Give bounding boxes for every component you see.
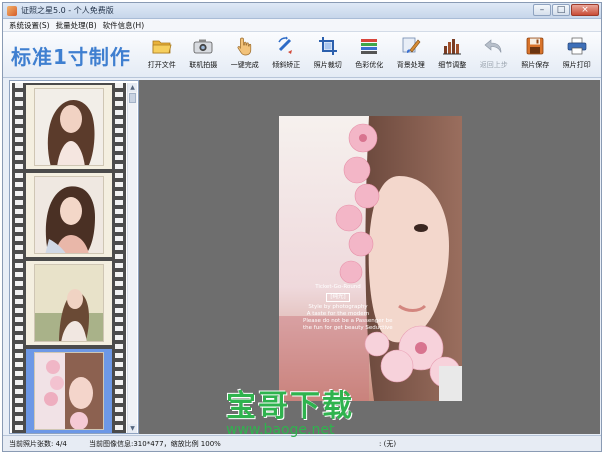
detail-adjust-button[interactable]: 细节调整 [432,36,474,74]
status-extra: : (无) [379,440,397,448]
mode-title: 标准1寸制作 [11,45,131,69]
camera-icon [193,36,213,56]
current-photo: Ticket-Go-Round [纯光] Style by photograph… [279,116,462,401]
tethered-capture-label: 联机拍摄 [189,61,218,69]
photo-print-label: 照片打印 [562,61,591,69]
thumbnail-image [34,352,104,430]
printer-icon [567,36,587,56]
status-image-info: 当前图像信息:310*477，缩放比例 100% [89,440,221,448]
caption-tag: [纯光] [326,293,350,302]
tool-buttons: 打开文件 联机拍摄 一键完成 倾斜矫正 照片裁切 色彩优化 背景处理 细节调整 … [141,36,598,74]
photo-save-button[interactable]: 照片保存 [515,36,557,74]
status-photo-count: 当前照片张数: 4/4 [9,440,67,448]
watermark-title: 宝哥下载 [226,389,354,424]
photo-filmstrip-panel: ▲ ▼ [9,80,139,434]
site-watermark: 宝哥下载 www.baoge.net [226,391,376,438]
thumbnail-image [34,88,104,166]
rotate-correct-icon [276,36,296,56]
open-file-button[interactable]: 打开文件 [141,36,183,74]
menu-bar: 系统设置(S) 批量处理(B) 软件信息(H) [3,19,601,32]
filmstrip-scrollbar[interactable]: ▲ ▼ [127,83,137,433]
hand-click-icon [235,36,255,56]
photo-caption: Ticket-Go-Round [纯光] Style by photograph… [303,284,393,332]
photo-print-button[interactable]: 照片打印 [556,36,598,74]
toolbar: 标准1寸制作 打开文件 联机拍摄 一键完成 倾斜矫正 照片裁切 色彩优化 背景处… [3,32,601,78]
maximize-button[interactable]: □ [552,4,570,16]
app-window: 证照之星5.0 - 个人免费版 – □ × 系统设置(S) 批量处理(B) 软件… [2,2,602,452]
caption-line-5: Please do not be a Passenger be [303,318,393,324]
color-optimize-button[interactable]: 色彩优化 [349,36,391,74]
color-optimize-label: 色彩优化 [355,61,384,69]
filmstrip-thumbnail-4[interactable] [26,349,112,433]
app-logo-icon [7,6,17,16]
scroll-down-icon[interactable]: ▼ [128,424,137,433]
film-sprockets-left [15,83,23,433]
caption-line-1: Ticket-Go-Round [315,284,361,290]
caption-line-4: A taste for the modern [306,311,370,317]
crop-icon [318,36,338,56]
close-button[interactable]: × [571,4,599,16]
menu-system-settings[interactable]: 系统设置(S) [9,20,50,31]
window-controls: – □ × [533,4,599,17]
background-brush-icon [401,36,421,56]
one-click-complete-button[interactable]: 一键完成 [224,36,266,74]
photo-crop-button[interactable]: 照片裁切 [307,36,349,74]
filmstrip-thumbnail-2[interactable] [26,173,112,257]
caption-line-6: the fun for get beauty Seductive [303,325,393,331]
undo-button[interactable]: 返回上步 [473,36,515,74]
open-file-label: 打开文件 [147,61,176,69]
editing-canvas: Ticket-Go-Round [纯光] Style by photograph… [139,80,600,434]
caption-line-3: Style by photography [308,304,368,310]
watermark-url: www.baoge.net [226,422,335,438]
save-icon [525,36,545,56]
portrait-image [279,116,462,401]
color-bars-icon [359,36,379,56]
tethered-capture-button[interactable]: 联机拍摄 [183,36,225,74]
tilt-correct-label: 倾斜矫正 [272,61,301,69]
filmstrip-thumbnail-3[interactable] [26,261,112,345]
background-process-label: 背景处理 [396,61,425,69]
filmstrip [12,83,126,433]
thumbnail-image [34,264,104,342]
undo-label: 返回上步 [479,61,508,69]
one-click-complete-label: 一键完成 [230,61,259,69]
filmstrip-thumbnail-1[interactable] [26,85,112,169]
background-process-button[interactable]: 背景处理 [390,36,432,74]
thumbnail-image [34,176,104,254]
scrollbar-thumb[interactable] [129,93,136,103]
photo-crop-label: 照片裁切 [313,61,342,69]
undo-icon [484,36,504,56]
scroll-up-icon[interactable]: ▲ [128,83,137,92]
photo-save-label: 照片保存 [521,61,550,69]
minimize-button[interactable]: – [533,4,551,16]
folder-open-icon [152,36,172,56]
window-title: 证照之星5.0 - 个人免费版 [21,6,114,15]
film-sprockets-right [115,83,123,433]
title-bar: 证照之星5.0 - 个人免费版 – □ × [3,3,601,19]
tilt-correct-button[interactable]: 倾斜矫正 [266,36,308,74]
detail-adjust-icon [442,36,462,56]
menu-software-info[interactable]: 软件信息(H) [103,20,145,31]
detail-adjust-label: 细节调整 [438,61,467,69]
menu-batch-processing[interactable]: 批量处理(B) [56,20,97,31]
